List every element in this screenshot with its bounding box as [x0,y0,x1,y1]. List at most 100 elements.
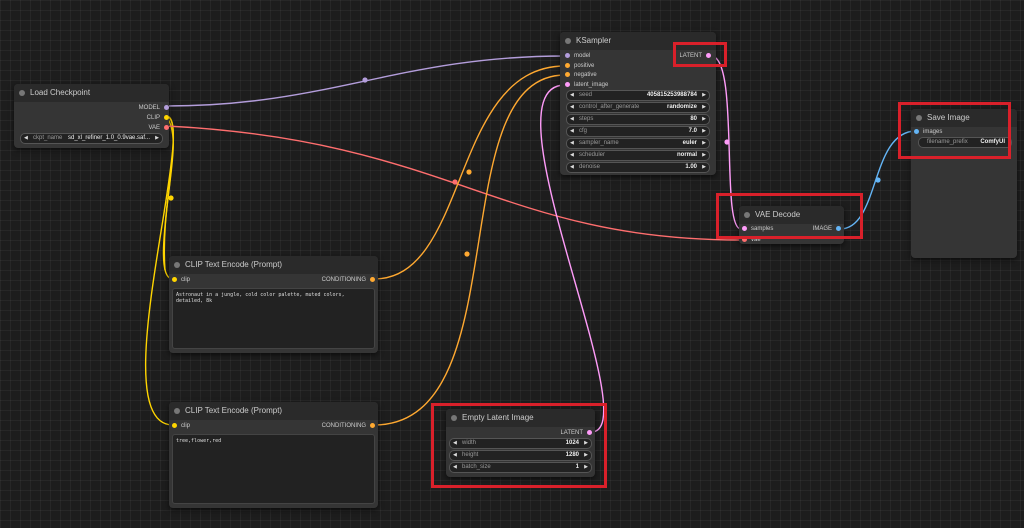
arrow-left-icon[interactable]: ◀ [453,451,457,460]
arrow-left-icon[interactable]: ◀ [570,127,574,136]
slot-label: CLIP [146,115,160,121]
node-title[interactable]: KSampler [560,32,716,50]
input-samples[interactable]: samples [742,225,773,233]
input-clip[interactable]: clip [172,276,190,284]
reroute-dot [466,169,472,175]
pin-icon[interactable] [565,53,570,58]
node-title[interactable]: Save Image [911,109,1017,127]
output-conditioning[interactable]: CONDITIONING [322,422,375,430]
pin-icon[interactable] [164,115,169,120]
arrow-left-icon[interactable]: ◀ [570,115,574,124]
arrow-right-icon[interactable]: ▶ [702,103,706,112]
pin-icon[interactable] [370,277,375,282]
arrow-right-icon[interactable]: ▶ [155,134,159,143]
output-clip[interactable]: CLIP [147,114,169,122]
node-title[interactable]: CLIP Text Encode (Prompt) [169,256,378,274]
prompt-textarea[interactable]: Astronaut in a jungle, cold color palett… [172,288,375,349]
pin-icon[interactable] [164,125,169,130]
input-images[interactable]: images [914,128,942,136]
input-clip[interactable]: clip [172,422,190,430]
filename-prefix-widget[interactable]: filename_prefix ComfyUI [918,137,1012,148]
sampler-name-widget[interactable]: ◀ sampler_name euler ▶ [566,138,710,149]
node-title[interactable]: Load Checkpoint [14,84,169,102]
seed-widget[interactable]: ◀ seed 405815253988784 ▶ [566,90,710,101]
collapse-dot-icon[interactable] [744,212,750,218]
arrow-right-icon[interactable]: ▶ [584,439,588,448]
pin-icon[interactable] [370,423,375,428]
ksampler-node[interactable]: KSampler model positive negative latent_… [560,32,716,175]
pin-icon[interactable] [565,82,570,87]
scheduler-widget[interactable]: ◀ scheduler normal ▶ [566,150,710,161]
pin-icon[interactable] [172,423,177,428]
pin-icon[interactable] [565,72,570,77]
clip-text-encode-negative-node[interactable]: CLIP Text Encode (Prompt) clip CONDITION… [169,402,378,508]
arrow-right-icon[interactable]: ▶ [702,139,706,148]
collapse-dot-icon[interactable] [174,408,180,414]
arrow-right-icon[interactable]: ▶ [702,115,706,124]
pin-icon[interactable] [172,277,177,282]
denoise-widget[interactable]: ◀ denoise 1.00 ▶ [566,162,710,173]
arrow-right-icon[interactable]: ▶ [702,91,706,100]
arrow-left-icon[interactable]: ◀ [570,139,574,148]
collapse-dot-icon[interactable] [565,38,571,44]
arrow-right-icon[interactable]: ▶ [702,127,706,136]
height-widget[interactable]: ◀ height 1280 ▶ [449,450,592,461]
vae-decode-node[interactable]: VAE Decode samples vae IMAGE [739,206,844,244]
output-model[interactable]: MODEL [139,104,169,112]
slot-label: CONDITIONING [321,277,366,283]
pin-icon[interactable] [565,63,570,68]
prompt-textarea[interactable]: tree,flower,red [172,434,375,504]
clip-text-encode-positive-node[interactable]: CLIP Text Encode (Prompt) clip CONDITION… [169,256,378,353]
pin-icon[interactable] [164,105,169,110]
pin-icon[interactable] [914,129,919,134]
arrow-left-icon[interactable]: ◀ [570,103,574,112]
arrow-left-icon[interactable]: ◀ [453,463,457,472]
widget-label: sampler_name [579,140,619,146]
arrow-right-icon[interactable]: ▶ [702,163,706,172]
output-conditioning[interactable]: CONDITIONING [322,276,375,284]
widget-label: seed [579,92,593,98]
input-latent-image[interactable]: latent_image [565,81,608,89]
input-positive[interactable]: positive [565,62,594,70]
output-image[interactable]: IMAGE [813,225,841,233]
slot-label: model [574,53,591,59]
batch-size-widget[interactable]: ◀ batch_size 1 ▶ [449,462,592,473]
pin-icon[interactable] [587,430,592,435]
node-title[interactable]: VAE Decode [739,206,844,224]
arrow-left-icon[interactable]: ◀ [453,439,457,448]
collapse-dot-icon[interactable] [19,90,25,96]
pin-icon[interactable] [742,237,747,242]
node-title[interactable]: CLIP Text Encode (Prompt) [169,402,378,420]
reroute-dot [464,251,470,257]
cfg-widget[interactable]: ◀ cfg 7.0 ▶ [566,126,710,137]
arrow-right-icon[interactable]: ▶ [702,151,706,160]
pin-icon[interactable] [742,226,747,231]
ckpt-name-combo[interactable]: ◀ ckpt_name sd_xl_refiner_1.0_0.9vae.saf… [20,133,163,144]
output-vae[interactable]: VAE [148,124,169,132]
arrow-left-icon[interactable]: ◀ [24,134,28,143]
arrow-left-icon[interactable]: ◀ [570,151,574,160]
pin-icon[interactable] [836,226,841,231]
output-latent[interactable]: LATENT [679,52,711,60]
input-model[interactable]: model [565,52,590,60]
save-image-node[interactable]: Save Image images filename_prefix ComfyU… [911,109,1017,258]
collapse-dot-icon[interactable] [916,115,922,121]
widget-value: 7.0 [688,128,697,134]
arrow-left-icon[interactable]: ◀ [570,163,574,172]
load-checkpoint-node[interactable]: Load Checkpoint MODEL CLIP VAE ◀ ckpt_na… [14,84,169,148]
arrow-right-icon[interactable]: ▶ [584,451,588,460]
empty-latent-image-node[interactable]: Empty Latent Image LATENT ◀ width 1024 ▶ ◀ h… [446,409,595,477]
node-title[interactable]: Empty Latent Image [446,409,595,427]
arrow-right-icon[interactable]: ▶ [584,463,588,472]
control-after-generate-widget[interactable]: ◀ control_after_generate randomize ▶ [566,102,710,113]
output-latent[interactable]: LATENT [560,429,592,437]
pin-icon[interactable] [706,53,711,58]
input-vae[interactable]: vae [742,236,761,244]
steps-widget[interactable]: ◀ steps 80 ▶ [566,114,710,125]
input-negative[interactable]: negative [565,71,597,79]
slot-label: latent_image [574,82,609,88]
collapse-dot-icon[interactable] [174,262,180,268]
arrow-left-icon[interactable]: ◀ [570,91,574,100]
width-widget[interactable]: ◀ width 1024 ▶ [449,438,592,449]
collapse-dot-icon[interactable] [451,415,457,421]
